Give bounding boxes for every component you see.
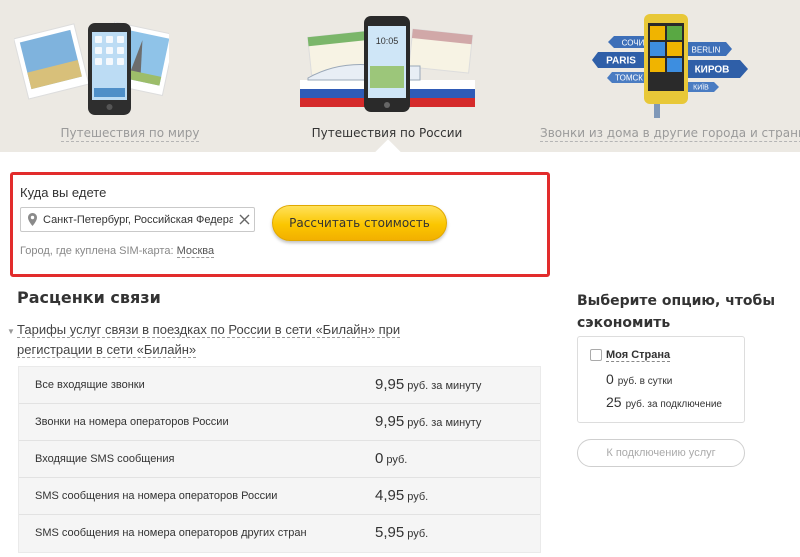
tab-russia-travel[interactable]: 10:05 Путешествия по России [262,0,512,152]
sim-city-line: Город, где куплена SIM-карта: Москва [20,245,215,258]
option-checkbox[interactable] [590,349,602,361]
table-row: Входящие SMS сообщения 0 руб. [19,441,540,478]
signpost-sochi: СОЧИ [622,39,645,48]
tab-world-travel[interactable]: Путешествия по миру [0,0,260,152]
signpost-kirov: КИРОВ [695,65,730,76]
rates-table: Все входящие звонки 9,95 руб. за минуту З… [18,366,541,553]
signpost-kyiv: КИЇВ [693,84,709,92]
tab-russia-travel-label: Путешествия по России [311,126,463,140]
table-row: SMS сообщения на номера операторов Росси… [19,478,540,515]
table-row: Все входящие звонки 9,95 руб. за минуту [19,367,540,404]
signpost-tomsk: ТОМСК [615,74,643,83]
tab-home-calls[interactable]: СОЧИ PARIS ТОМСК BERLIN КИРОВ КИЇВ Звонк… [540,0,800,152]
rate-price: 0 руб. [375,450,408,467]
connect-services-button[interactable]: К подключению услуг [577,439,745,467]
calculate-cost-button[interactable]: Рассчитать стоимость [272,205,447,241]
rate-name: SMS сообщения на номера операторов Росси… [35,490,278,502]
sim-city-link[interactable]: Москва [176,245,215,258]
rates-description-text: Тарифы услуг связи в поездках по России … [17,322,401,358]
table-row: SMS сообщения на номера операторов други… [19,515,540,552]
rate-price: 4,95 руб. [375,487,429,504]
rate-name: SMS сообщения на номера операторов други… [35,527,307,539]
rate-price: 9,95 руб. за минуту [375,376,482,393]
russia-travel-phone-train-illustration: 10:05 [300,16,475,112]
rates-description[interactable]: ▼ Тарифы услуг связи в поездках по Росси… [7,320,457,360]
tab-world-travel-label: Путешествия по миру [60,126,200,142]
map-pin-icon [28,213,37,226]
sim-city-label: Город, где куплена SIM-карта: [20,245,174,257]
rate-price: 9,95 руб. за минуту [375,413,482,430]
destination-field[interactable] [20,207,255,232]
option-connect-price: 25 руб. за подключение [606,394,722,410]
option-card: Моя Страна 0 руб. в сутки 25 руб. за подкл… [577,336,745,423]
expand-arrow-icon: ▼ [7,327,15,336]
option-panel-title: Выберите опцию, чтобы сэкономить [577,293,775,331]
option-daily-price: 0 руб. в сутки [606,371,673,387]
destination-input[interactable] [43,211,233,228]
phone-clock-text: 10:05 [376,36,399,46]
signpost-paris: PARIS [606,56,636,67]
destination-form-title: Куда вы едете [20,185,107,200]
option-name-link[interactable]: Моя Страна [606,349,671,362]
travel-tabs-bar: Путешествия по миру 10:05 Путешествия по… [0,0,800,152]
world-travel-phone-photos-illustration [14,21,169,115]
city-signposts-phone-illustration: СОЧИ PARIS ТОМСК BERLIN КИРОВ КИЇВ [592,14,748,118]
rate-price: 5,95 руб. [375,524,429,541]
destination-form: Куда вы едете Рассчитать стоимость Город… [10,172,550,277]
table-row: Звонки на номера операторов России 9,95 р… [19,404,540,441]
rate-name: Входящие SMS сообщения [35,453,175,465]
clear-icon[interactable] [239,214,250,225]
rate-name: Все входящие звонки [35,379,145,391]
rate-name: Звонки на номера операторов России [35,416,229,428]
signpost-berlin: BERLIN [692,46,721,55]
rates-title: Расценки связи [17,288,161,307]
tab-home-calls-label: Звонки из дома в другие города и страны [540,126,800,142]
